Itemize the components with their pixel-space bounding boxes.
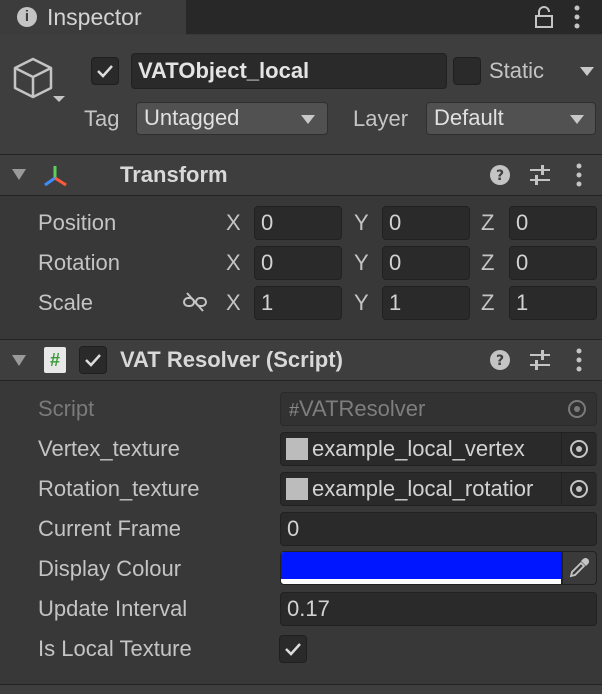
position-z-input[interactable]: 0: [509, 206, 597, 240]
tag-dropdown[interactable]: Untagged: [136, 102, 328, 135]
rotation-z-label[interactable]: Z: [481, 248, 494, 278]
component-menu-icon[interactable]: [573, 162, 585, 188]
rotation-picker-button[interactable]: [561, 473, 597, 505]
is-local-texture-label: Is Local Texture: [38, 636, 192, 661]
update-interval-input[interactable]: 0.17: [280, 592, 597, 626]
object-picker-icon: [570, 480, 588, 498]
position-y-input[interactable]: 0: [382, 206, 470, 240]
eyedropper-icon: [569, 557, 590, 578]
gameobject-cube-icon[interactable]: [12, 56, 68, 108]
lock-icon[interactable]: [533, 5, 555, 29]
divider: [0, 380, 602, 381]
script-file-icon: #: [44, 347, 66, 373]
chevron-down-icon: [570, 115, 584, 124]
help-icon[interactable]: ?: [489, 164, 511, 186]
position-x-label[interactable]: X: [226, 208, 241, 238]
static-dropdown-icon[interactable]: [580, 67, 594, 76]
layer-label: Layer: [353, 106, 409, 131]
scale-label: Scale: [38, 290, 94, 315]
scale-y-label[interactable]: Y: [354, 288, 369, 318]
tab-menu-icon[interactable]: [571, 4, 583, 30]
script-reference-field: #VATResolver: [280, 392, 597, 426]
script-label: Script: [38, 396, 95, 421]
preset-sliders-icon[interactable]: [528, 349, 552, 371]
eyedropper-button[interactable]: [562, 551, 597, 585]
position-x-input[interactable]: 0: [254, 206, 342, 240]
texture-icon: [286, 478, 308, 500]
checkmark-icon: [85, 354, 101, 367]
vat-resolver-header[interactable]: # VAT Resolver (Script) ?: [0, 340, 602, 380]
vertex-texture-field[interactable]: example_local_vertex: [280, 432, 597, 466]
hash-glyph: #: [49, 350, 60, 370]
rotation-texture-value: example_local_rotatior: [312, 476, 534, 501]
unlinked-scale-icon[interactable]: [182, 292, 208, 312]
checkmark-icon: [285, 643, 301, 656]
object-picker-icon: [570, 440, 588, 458]
scale-z-label[interactable]: Z: [481, 288, 494, 318]
tag-value: Untagged: [144, 105, 240, 130]
current-frame-input[interactable]: 0: [280, 512, 597, 546]
svg-text:?: ?: [496, 168, 504, 184]
svg-text:?: ?: [496, 353, 504, 369]
tab-inspector[interactable]: i Inspector: [0, 0, 186, 35]
scale-z-input[interactable]: 1: [509, 286, 597, 320]
info-icon: i: [17, 7, 37, 27]
texture-icon: [286, 438, 308, 460]
static-label: Static: [489, 58, 545, 83]
rotation-texture-label: Rotation_texture: [38, 476, 200, 501]
rotation-y-input[interactable]: 0: [382, 246, 470, 280]
rotation-x-input[interactable]: 0: [254, 246, 342, 280]
static-checkbox[interactable]: [453, 57, 481, 85]
position-label: Position: [38, 210, 117, 235]
rotation-texture-field[interactable]: example_local_rotatior: [280, 472, 597, 506]
scale-x-input[interactable]: 1: [254, 286, 342, 320]
checkmark-icon: [97, 65, 113, 78]
current-frame-label: Current Frame: [38, 516, 182, 541]
rotation-y-label[interactable]: Y: [354, 248, 369, 278]
layer-value: Default: [434, 105, 504, 130]
component-title: VAT Resolver (Script): [120, 347, 343, 372]
divider: [0, 195, 602, 196]
foldout-arrow-icon[interactable]: [12, 355, 26, 366]
script-file-small-icon: #: [289, 400, 300, 420]
tag-label: Tag: [84, 106, 120, 131]
bottom-strip: [0, 685, 602, 694]
layer-dropdown[interactable]: Default: [426, 102, 596, 135]
scale-x-label[interactable]: X: [226, 288, 241, 318]
update-interval-label: Update Interval: [38, 596, 188, 621]
colour-swatch: [281, 552, 561, 579]
tab-title: Inspector: [47, 4, 142, 30]
is-local-texture-checkbox[interactable]: [279, 635, 307, 663]
position-z-label[interactable]: Z: [481, 208, 494, 238]
vertex-picker-button[interactable]: [561, 433, 597, 465]
component-menu-icon[interactable]: [573, 347, 585, 373]
vertex-texture-value: example_local_vertex: [312, 436, 525, 461]
rotation-label: Rotation: [38, 250, 120, 275]
transform-title: Transform: [120, 162, 228, 187]
rotation-x-label[interactable]: X: [226, 248, 241, 278]
transform-header[interactable]: Transform ?: [0, 155, 602, 195]
chevron-down-icon: [301, 115, 315, 124]
object-name-input[interactable]: VATObject_local: [131, 53, 447, 89]
transform-axes-icon: [44, 166, 67, 187]
position-y-label[interactable]: Y: [354, 208, 369, 238]
scale-y-input[interactable]: 1: [382, 286, 470, 320]
display-colour-field[interactable]: [280, 551, 562, 585]
script-value: VATResolver: [299, 396, 426, 421]
object-picker-icon: [568, 400, 586, 418]
active-toggle-checkbox[interactable]: [91, 57, 119, 85]
display-colour-label: Display Colour: [38, 556, 182, 581]
vertex-texture-label: Vertex_texture: [38, 436, 180, 461]
preset-sliders-icon[interactable]: [528, 164, 552, 186]
foldout-arrow-icon[interactable]: [12, 169, 26, 180]
rotation-z-input[interactable]: 0: [509, 246, 597, 280]
component-enabled-checkbox[interactable]: [79, 346, 107, 374]
help-icon[interactable]: ?: [489, 349, 511, 371]
